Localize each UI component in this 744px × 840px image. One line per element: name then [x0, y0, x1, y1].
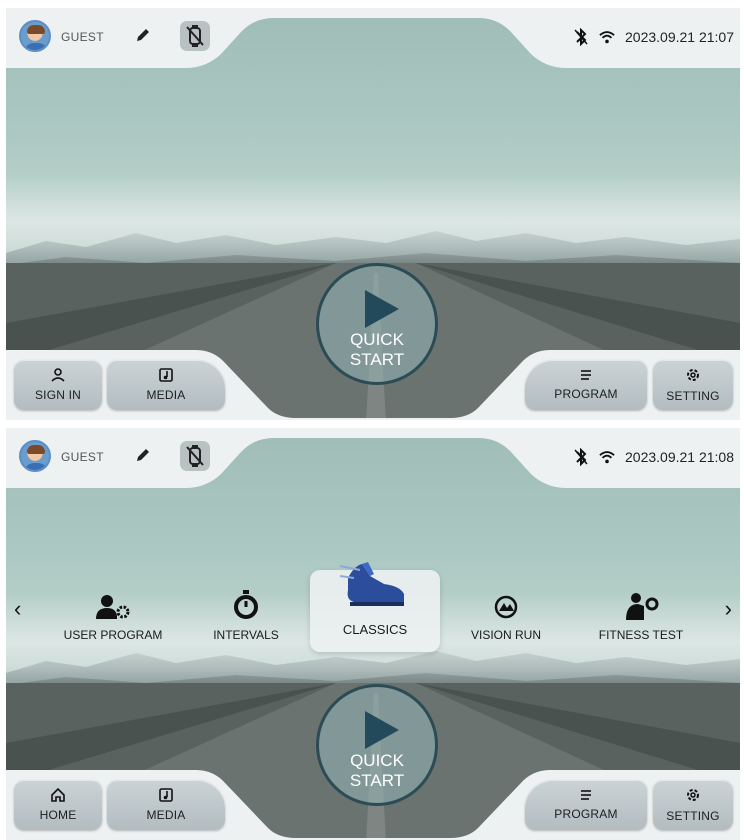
program-label: INTERVALS — [213, 628, 279, 642]
gear-icon — [687, 789, 699, 801]
home-label: HOME — [39, 808, 77, 822]
sign-in-button[interactable]: SIGN IN — [14, 360, 102, 410]
user-gear-icon — [96, 595, 130, 619]
sign-in-label: SIGN IN — [34, 388, 82, 402]
program-vision-run[interactable]: VISION RUN — [456, 570, 556, 660]
program-label: FITNESS TEST — [598, 628, 684, 642]
music-note-icon — [159, 368, 173, 382]
home-icon — [51, 788, 65, 802]
media-label: MEDIA — [146, 388, 186, 402]
user-name: GUEST — [61, 450, 104, 464]
media-label: MEDIA — [146, 808, 186, 822]
datetime: 2023.09.21 21:07 — [625, 29, 734, 45]
setting-label: SETTING — [666, 809, 720, 823]
program-user-program[interactable]: USER PROGRAM — [58, 570, 168, 660]
list-icon — [581, 790, 591, 800]
vision-run-icon — [494, 595, 518, 619]
program-label: VISION RUN — [470, 628, 541, 642]
play-icon — [365, 290, 399, 328]
watch-disconnected-icon[interactable] — [180, 21, 210, 51]
bottom-nav-bar: SIGN IN MEDIA PROGRAM SETTING — [6, 340, 740, 420]
setting-button[interactable]: SETTING — [653, 360, 733, 410]
media-button[interactable]: MEDIA — [107, 780, 225, 830]
top-status-bar: GUEST 2023.09.21 21:08 — [6, 428, 740, 494]
home-button[interactable]: HOME — [14, 780, 102, 830]
watch-disconnected-icon[interactable] — [180, 441, 210, 471]
program-label: PROGRAM — [554, 807, 618, 821]
edit-pencil-icon[interactable] — [134, 446, 152, 464]
program-label: USER PROGRAM — [63, 628, 163, 642]
program-intervals[interactable]: INTERVALS — [196, 570, 296, 660]
home-screen-2: GUEST 2023.09.21 21:08 ‹ USER PROGRAM IN… — [6, 428, 740, 840]
top-status-bar: GUEST 2023.09.21 21:07 — [6, 8, 740, 74]
play-icon — [365, 711, 399, 749]
gear-icon — [687, 369, 699, 381]
setting-button[interactable]: SETTING — [653, 780, 733, 830]
setting-label: SETTING — [666, 389, 720, 403]
program-carousel: ‹ USER PROGRAM INTERVALS CLASSICS VISION… — [6, 562, 740, 660]
program-fitness-test[interactable]: FITNESS TEST — [586, 570, 696, 660]
program-label: PROGRAM — [554, 387, 618, 401]
music-note-icon — [159, 788, 173, 802]
stopwatch-icon — [234, 590, 258, 619]
datetime: 2023.09.21 21:08 — [625, 449, 734, 465]
user-name: GUEST — [61, 30, 104, 44]
carousel-left-arrow[interactable]: ‹ — [14, 596, 21, 622]
status-area: 2023.09.21 21:07 — [573, 26, 734, 48]
home-screen-1: GUEST 2023.09.21 21:07 QUICK START SIGN … — [6, 8, 740, 420]
fitness-test-icon — [626, 593, 659, 620]
bluetooth-off-icon — [574, 28, 588, 46]
fog-layer — [6, 172, 740, 264]
program-button[interactable]: PROGRAM — [525, 780, 647, 830]
bluetooth-off-icon — [574, 448, 588, 466]
wifi-icon — [599, 31, 615, 44]
running-shoe-icon — [340, 562, 404, 606]
program-button[interactable]: PROGRAM — [525, 360, 647, 410]
media-button[interactable]: MEDIA — [107, 360, 225, 410]
avatar[interactable] — [19, 440, 51, 472]
list-icon — [581, 370, 591, 380]
person-icon — [51, 368, 65, 382]
edit-pencil-icon[interactable] — [134, 26, 152, 44]
wifi-icon — [599, 451, 615, 464]
bottom-nav-bar: HOME MEDIA PROGRAM SETTING — [6, 760, 740, 840]
status-area: 2023.09.21 21:08 — [573, 446, 734, 468]
program-classics[interactable]: CLASSICS — [310, 562, 440, 652]
carousel-right-arrow[interactable]: › — [725, 596, 732, 622]
program-label: CLASSICS — [342, 622, 408, 637]
avatar[interactable] — [19, 20, 51, 52]
